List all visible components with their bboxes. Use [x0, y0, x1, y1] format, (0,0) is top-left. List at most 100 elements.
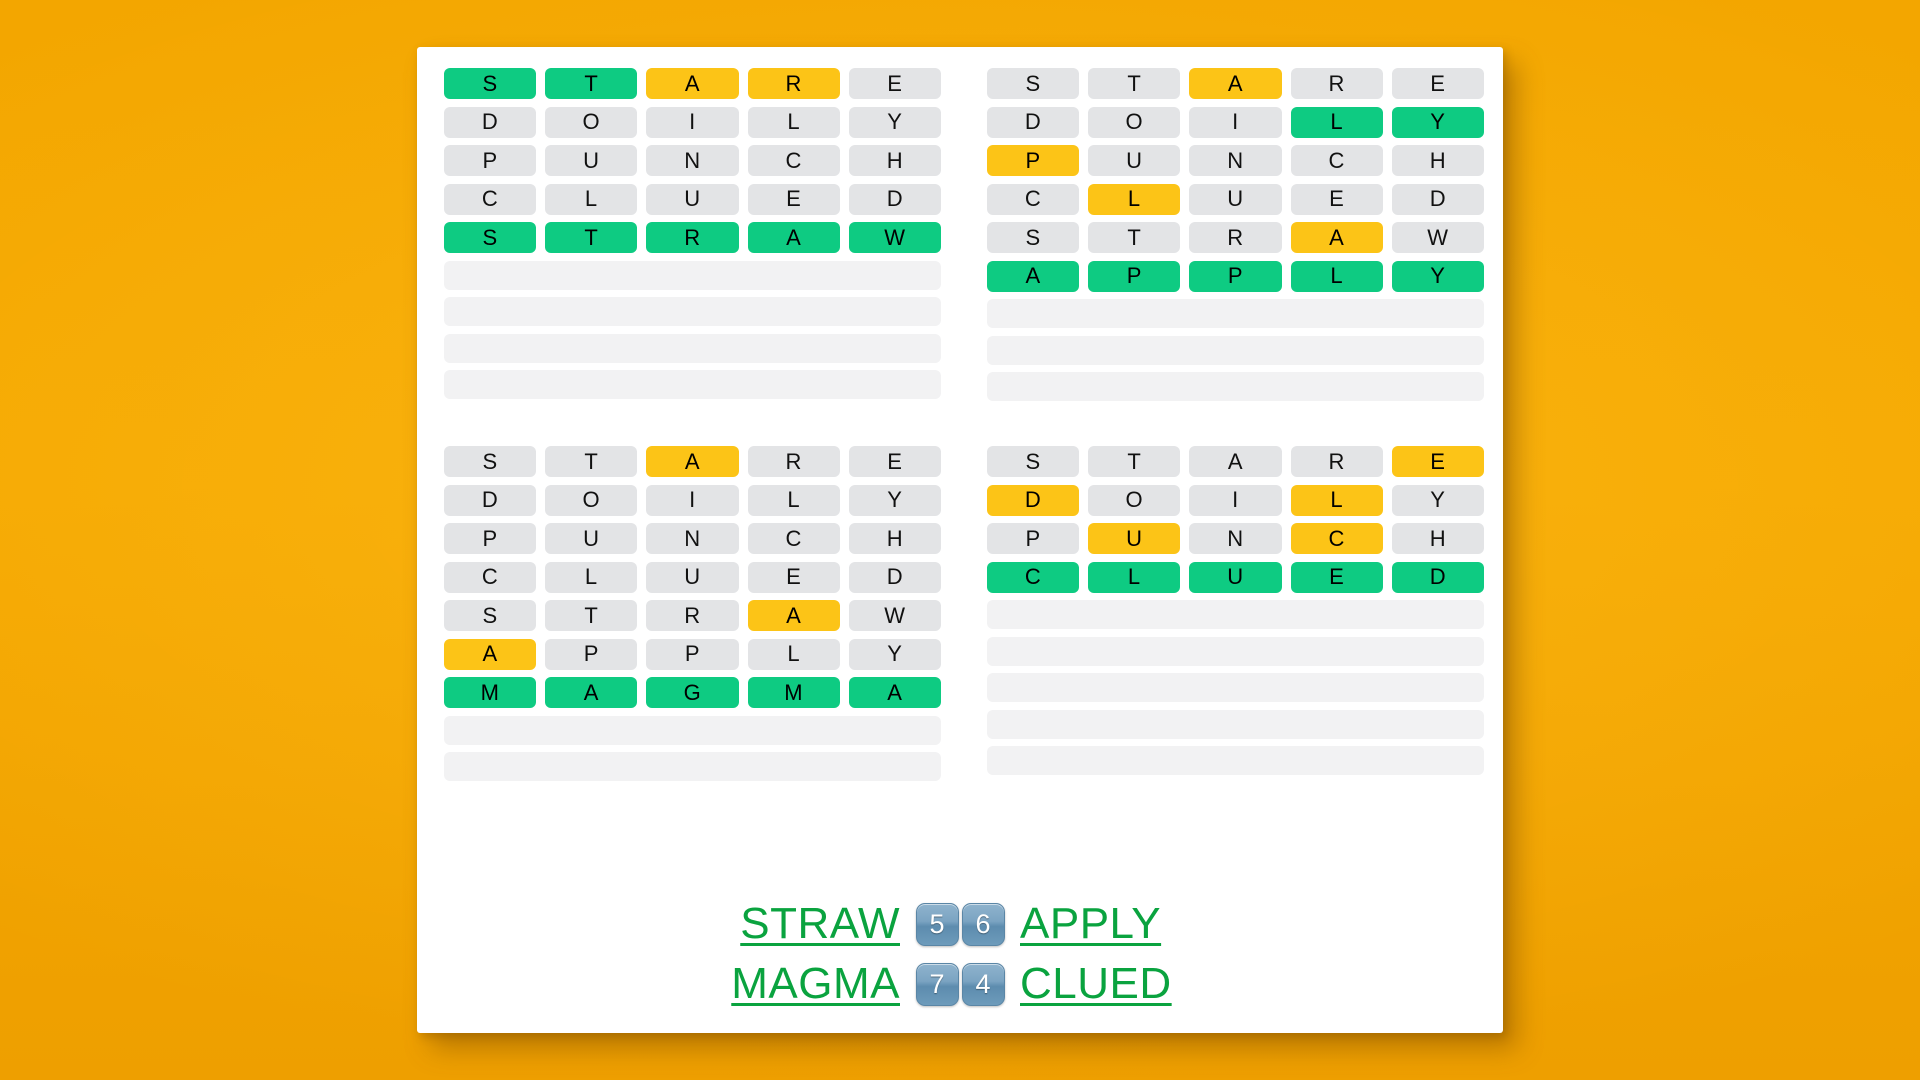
letter-tile: H	[1391, 523, 1484, 554]
letter-tile: M	[747, 677, 840, 708]
guess-row: PUNCH	[987, 145, 1484, 176]
answer-word-left[interactable]: MAGMA	[670, 959, 900, 1009]
letter-tile: W	[848, 600, 941, 631]
guess-row: CLUED	[444, 183, 941, 215]
letter-tile: U	[646, 183, 739, 215]
letter-tile: A	[747, 222, 840, 253]
letter-tile: T	[1088, 446, 1181, 477]
letter-tile: T	[545, 222, 638, 253]
letter-tile: A	[1189, 68, 1282, 99]
answer-word-right[interactable]: APPLY	[1020, 899, 1250, 949]
letter-tile: P	[987, 523, 1080, 554]
letter-tile: M	[444, 677, 537, 708]
guess-row: DOILY	[987, 484, 1484, 516]
guess-row-empty	[444, 260, 941, 290]
letter-tile: S	[444, 446, 537, 477]
letter-tile: A	[646, 68, 739, 99]
letter-tile: D	[444, 106, 537, 138]
letter-tile: Y	[848, 484, 941, 516]
board-top-left: STAREDOILYPUNCHCLUEDSTRAW	[444, 68, 941, 401]
letter-tile: T	[1088, 222, 1181, 253]
letter-tile: E	[1391, 68, 1484, 99]
letter-tile: D	[444, 484, 537, 516]
guess-row: STARE	[444, 68, 941, 99]
guess-row-empty	[444, 297, 941, 326]
letter-tile: R	[1290, 68, 1383, 99]
letter-tile: A	[848, 677, 941, 708]
guess-row-empty	[444, 752, 941, 781]
guess-row: APPLY	[987, 260, 1484, 292]
letter-tile: O	[545, 106, 638, 138]
letter-tile: E	[747, 561, 840, 593]
letter-tile: L	[1088, 561, 1181, 593]
guess-row-empty	[987, 746, 1484, 775]
letter-tile: S	[987, 68, 1080, 99]
letter-tile: H	[848, 145, 941, 176]
guess-row-empty	[987, 372, 1484, 401]
letter-tile: U	[1088, 145, 1181, 176]
letter-tile: L	[747, 484, 840, 516]
letter-tile: P	[1189, 260, 1282, 292]
letter-tile: U	[545, 145, 638, 176]
letter-tile: I	[1189, 484, 1282, 516]
letter-tile: C	[747, 523, 840, 554]
letter-tile: A	[1290, 222, 1383, 253]
letter-tile: L	[747, 638, 840, 670]
letter-tile: A	[1189, 446, 1282, 477]
letter-tile: C	[747, 145, 840, 176]
quordle-result-card: STAREDOILYPUNCHCLUEDSTRAWSTAREDOILYPUNCH…	[417, 47, 1503, 1033]
guess-row: PUNCH	[444, 145, 941, 176]
letter-tile: E	[848, 68, 941, 99]
letter-tile: C	[987, 561, 1080, 593]
letter-tile: S	[444, 68, 537, 99]
letter-tile: H	[848, 523, 941, 554]
letter-tile: D	[848, 561, 941, 593]
letter-tile: P	[444, 523, 537, 554]
guess-row-empty	[444, 370, 941, 399]
guess-count-badge-right: 6	[961, 902, 1005, 946]
letter-tile: I	[646, 106, 739, 138]
guess-count-badges: 74	[912, 962, 1008, 1006]
letter-tile: U	[1088, 523, 1181, 554]
letter-tile: E	[1290, 183, 1383, 215]
answer-word-right[interactable]: CLUED	[1020, 959, 1250, 1009]
letter-tile: U	[1189, 561, 1282, 593]
guess-row-empty	[444, 333, 941, 363]
guess-row: PUNCH	[987, 523, 1484, 554]
guess-row-empty	[444, 715, 941, 745]
letter-tile: C	[444, 183, 537, 215]
letter-tile: R	[646, 600, 739, 631]
guess-row: STARE	[987, 446, 1484, 477]
letter-tile: T	[545, 68, 638, 99]
letter-tile: R	[1189, 222, 1282, 253]
letter-tile: G	[646, 677, 739, 708]
letter-tile: P	[1088, 260, 1181, 292]
letter-tile: U	[1189, 183, 1282, 215]
letter-tile: Y	[1391, 260, 1484, 292]
letter-tile: P	[646, 638, 739, 670]
letter-tile: C	[1290, 145, 1383, 176]
letter-tile: C	[1290, 523, 1383, 554]
guess-count-badge-left: 7	[915, 962, 959, 1006]
letter-tile: W	[1391, 222, 1484, 253]
answer-word-left[interactable]: STRAW	[670, 899, 900, 949]
letter-tile: E	[1290, 561, 1383, 593]
guess-row: CLUED	[987, 183, 1484, 215]
letter-tile: R	[747, 68, 840, 99]
letter-tile: T	[545, 600, 638, 631]
letter-tile: N	[646, 523, 739, 554]
letter-tile: Y	[848, 638, 941, 670]
guess-row-empty	[987, 335, 1484, 365]
letter-tile: L	[1290, 484, 1383, 516]
guess-row-empty	[987, 673, 1484, 702]
letter-tile: I	[1189, 106, 1282, 138]
boards-container: STAREDOILYPUNCHCLUEDSTRAWSTAREDOILYPUNCH…	[444, 68, 1484, 781]
letter-tile: L	[747, 106, 840, 138]
letter-tile: U	[646, 561, 739, 593]
letter-tile: R	[646, 222, 739, 253]
guess-row: STRAW	[444, 600, 941, 631]
answer-row: STRAW 5 6 APPLY	[670, 899, 1250, 949]
letter-tile: C	[444, 561, 537, 593]
board-top-right: STAREDOILYPUNCHCLUEDSTRAWAPPLY	[987, 68, 1484, 401]
guess-row: MAGMA	[444, 677, 941, 708]
